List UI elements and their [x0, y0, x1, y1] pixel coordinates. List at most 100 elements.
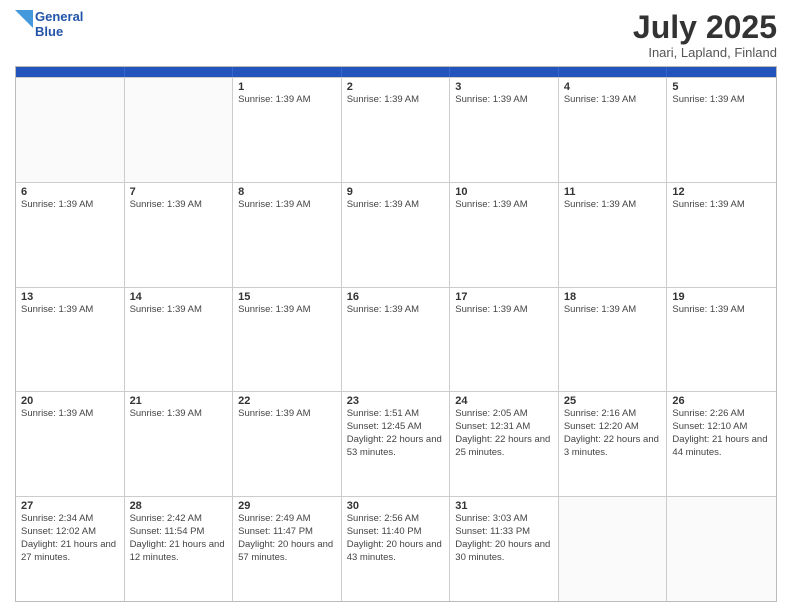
day-info: Sunrise: 2:56 AM Sunset: 11:40 PM Daylig…: [347, 513, 445, 564]
cal-cell-w4-d6: [667, 497, 776, 601]
day-number: 17: [455, 291, 553, 303]
cal-cell-w0-d5: 4Sunrise: 1:39 AM: [559, 78, 668, 182]
day-info: Sunrise: 1:39 AM: [564, 199, 662, 212]
cal-cell-w3-d3: 23Sunrise: 1:51 AM Sunset: 12:45 AM Dayl…: [342, 392, 451, 496]
day-info: Sunrise: 1:39 AM: [564, 94, 662, 107]
cal-cell-w0-d6: 5Sunrise: 1:39 AM: [667, 78, 776, 182]
week-row-2: 13Sunrise: 1:39 AM14Sunrise: 1:39 AM15Su…: [16, 287, 776, 392]
calendar: 1Sunrise: 1:39 AM2Sunrise: 1:39 AM3Sunri…: [15, 66, 777, 602]
header: General Blue July 2025 Inari, Lapland, F…: [15, 10, 777, 60]
day-info: Sunrise: 2:34 AM Sunset: 12:02 AM Daylig…: [21, 513, 119, 564]
cal-cell-w0-d4: 3Sunrise: 1:39 AM: [450, 78, 559, 182]
title-block: July 2025 Inari, Lapland, Finland: [633, 10, 777, 60]
month-title: July 2025: [633, 10, 777, 45]
logo-line1: General: [35, 10, 83, 25]
day-number: 16: [347, 291, 445, 303]
day-info: Sunrise: 1:39 AM: [672, 304, 771, 317]
day-info: Sunrise: 1:39 AM: [238, 94, 336, 107]
cal-cell-w0-d2: 1Sunrise: 1:39 AM: [233, 78, 342, 182]
day-number: 2: [347, 81, 445, 93]
day-info: Sunrise: 1:39 AM: [564, 304, 662, 317]
day-number: 4: [564, 81, 662, 93]
header-wednesday: [342, 67, 451, 77]
day-info: Sunrise: 1:39 AM: [347, 94, 445, 107]
cal-cell-w4-d2: 29Sunrise: 2:49 AM Sunset: 11:47 PM Dayl…: [233, 497, 342, 601]
cal-cell-w2-d0: 13Sunrise: 1:39 AM: [16, 288, 125, 392]
week-row-4: 27Sunrise: 2:34 AM Sunset: 12:02 AM Dayl…: [16, 496, 776, 601]
calendar-body: 1Sunrise: 1:39 AM2Sunrise: 1:39 AM3Sunri…: [16, 77, 776, 601]
day-info: Sunrise: 1:51 AM Sunset: 12:45 AM Daylig…: [347, 408, 445, 459]
day-info: Sunrise: 1:39 AM: [347, 199, 445, 212]
header-monday: [125, 67, 234, 77]
cal-cell-w2-d3: 16Sunrise: 1:39 AM: [342, 288, 451, 392]
day-number: 18: [564, 291, 662, 303]
day-number: 3: [455, 81, 553, 93]
day-info: Sunrise: 1:39 AM: [238, 408, 336, 421]
day-number: 24: [455, 395, 553, 407]
day-info: Sunrise: 1:39 AM: [455, 199, 553, 212]
day-number: 30: [347, 500, 445, 512]
cal-cell-w4-d3: 30Sunrise: 2:56 AM Sunset: 11:40 PM Dayl…: [342, 497, 451, 601]
cal-cell-w3-d5: 25Sunrise: 2:16 AM Sunset: 12:20 AM Dayl…: [559, 392, 668, 496]
day-info: Sunrise: 1:39 AM: [238, 199, 336, 212]
day-info: Sunrise: 1:39 AM: [21, 408, 119, 421]
week-row-1: 6Sunrise: 1:39 AM7Sunrise: 1:39 AM8Sunri…: [16, 182, 776, 287]
week-row-3: 20Sunrise: 1:39 AM21Sunrise: 1:39 AM22Su…: [16, 391, 776, 496]
day-number: 9: [347, 186, 445, 198]
cal-cell-w4-d1: 28Sunrise: 2:42 AM Sunset: 11:54 PM Dayl…: [125, 497, 234, 601]
day-info: Sunrise: 2:26 AM Sunset: 12:10 AM Daylig…: [672, 408, 771, 459]
day-number: 14: [130, 291, 228, 303]
day-info: Sunrise: 1:39 AM: [347, 304, 445, 317]
day-info: Sunrise: 1:39 AM: [455, 304, 553, 317]
day-info: Sunrise: 1:39 AM: [130, 304, 228, 317]
day-number: 23: [347, 395, 445, 407]
cal-cell-w0-d0: [16, 78, 125, 182]
day-number: 1: [238, 81, 336, 93]
cal-cell-w3-d4: 24Sunrise: 2:05 AM Sunset: 12:31 AM Dayl…: [450, 392, 559, 496]
day-number: 29: [238, 500, 336, 512]
day-number: 13: [21, 291, 119, 303]
page: General Blue July 2025 Inari, Lapland, F…: [0, 0, 792, 612]
cal-cell-w2-d1: 14Sunrise: 1:39 AM: [125, 288, 234, 392]
cal-cell-w2-d4: 17Sunrise: 1:39 AM: [450, 288, 559, 392]
logo: General Blue: [15, 10, 83, 42]
day-number: 25: [564, 395, 662, 407]
cal-cell-w3-d2: 22Sunrise: 1:39 AM: [233, 392, 342, 496]
day-number: 27: [21, 500, 119, 512]
header-tuesday: [233, 67, 342, 77]
day-info: Sunrise: 1:39 AM: [21, 304, 119, 317]
cal-cell-w0-d1: [125, 78, 234, 182]
cal-cell-w3-d0: 20Sunrise: 1:39 AM: [16, 392, 125, 496]
cal-cell-w1-d1: 7Sunrise: 1:39 AM: [125, 183, 234, 287]
day-number: 15: [238, 291, 336, 303]
cal-cell-w1-d5: 11Sunrise: 1:39 AM: [559, 183, 668, 287]
day-info: Sunrise: 1:39 AM: [672, 94, 771, 107]
header-sunday: [16, 67, 125, 77]
cal-cell-w2-d6: 19Sunrise: 1:39 AM: [667, 288, 776, 392]
cal-cell-w4-d4: 31Sunrise: 3:03 AM Sunset: 11:33 PM Dayl…: [450, 497, 559, 601]
logo-line2: Blue: [35, 25, 83, 40]
day-number: 22: [238, 395, 336, 407]
header-friday: [559, 67, 668, 77]
header-thursday: [450, 67, 559, 77]
header-saturday: [667, 67, 776, 77]
day-info: Sunrise: 2:49 AM Sunset: 11:47 PM Daylig…: [238, 513, 336, 564]
day-info: Sunrise: 1:39 AM: [21, 199, 119, 212]
day-info: Sunrise: 3:03 AM Sunset: 11:33 PM Daylig…: [455, 513, 553, 564]
day-number: 26: [672, 395, 771, 407]
cal-cell-w1-d4: 10Sunrise: 1:39 AM: [450, 183, 559, 287]
logo-text: General Blue: [35, 10, 83, 40]
cal-cell-w3-d6: 26Sunrise: 2:26 AM Sunset: 12:10 AM Dayl…: [667, 392, 776, 496]
day-info: Sunrise: 2:16 AM Sunset: 12:20 AM Daylig…: [564, 408, 662, 459]
day-number: 5: [672, 81, 771, 93]
cal-cell-w2-d5: 18Sunrise: 1:39 AM: [559, 288, 668, 392]
day-number: 10: [455, 186, 553, 198]
day-number: 31: [455, 500, 553, 512]
day-info: Sunrise: 1:39 AM: [455, 94, 553, 107]
cal-cell-w2-d2: 15Sunrise: 1:39 AM: [233, 288, 342, 392]
day-number: 11: [564, 186, 662, 198]
location: Inari, Lapland, Finland: [633, 45, 777, 60]
cal-cell-w4-d5: [559, 497, 668, 601]
day-info: Sunrise: 1:39 AM: [130, 408, 228, 421]
cal-cell-w4-d0: 27Sunrise: 2:34 AM Sunset: 12:02 AM Dayl…: [16, 497, 125, 601]
